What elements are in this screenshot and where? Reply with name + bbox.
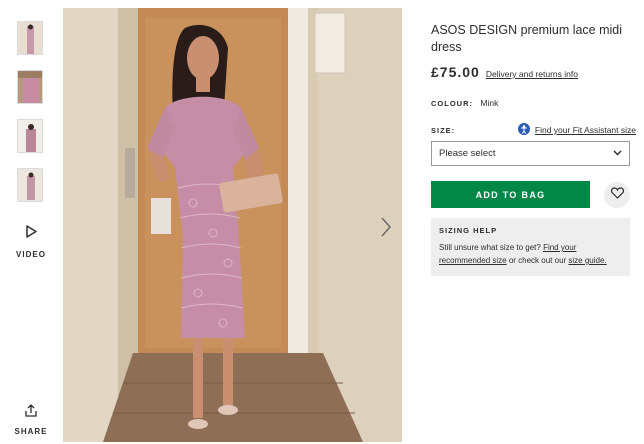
product-title: ASOS DESIGN premium lace midi dress <box>431 23 623 54</box>
thumbnail-4[interactable] <box>17 168 43 202</box>
add-to-bag-button[interactable]: ADD TO BAG <box>431 181 590 208</box>
sizing-help-text-start: Still unsure what size to get? <box>439 243 544 252</box>
bag-row: ADD TO BAG <box>431 181 636 208</box>
colour-label: COLOUR: <box>431 99 473 108</box>
video-button[interactable]: VIDEO <box>14 225 48 262</box>
fit-assistant-label: Find your Fit Assistant size <box>534 125 636 135</box>
save-for-later-button[interactable] <box>604 181 630 208</box>
product-photo <box>63 8 402 442</box>
colour-value: Mink <box>480 98 499 108</box>
price-row: £75.00 Delivery and returns info <box>431 64 636 80</box>
fit-assistant-link[interactable]: Find your Fit Assistant size <box>517 123 636 137</box>
share-button[interactable]: SHARE <box>12 404 50 439</box>
sizing-help-text: Still unsure what size to get? Find your… <box>439 241 622 267</box>
size-select-value: Please select <box>439 148 496 159</box>
video-label: VIDEO <box>16 250 46 259</box>
main-product-image <box>63 8 402 442</box>
chevron-right-icon[interactable] <box>380 216 392 243</box>
chevron-down-icon <box>613 148 622 159</box>
thumbnail-1[interactable] <box>17 21 43 55</box>
thumbnail-3[interactable] <box>17 119 43 153</box>
sizing-help-panel: SIZING HELP Still unsure what size to ge… <box>431 218 630 276</box>
size-select[interactable]: Please select <box>431 141 630 166</box>
thumbnail-2[interactable] <box>17 70 43 104</box>
product-info: ASOS DESIGN premium lace midi dress £75.… <box>431 22 636 276</box>
heart-icon <box>610 186 624 204</box>
product-price: £75.00 <box>431 64 480 80</box>
sizing-help-text-middle: or check out our <box>506 256 569 265</box>
size-guide-link[interactable]: size guide. <box>568 256 606 265</box>
size-row: SIZE: Find your Fit Assistant size <box>431 123 636 137</box>
share-icon <box>12 404 50 417</box>
delivery-returns-link[interactable]: Delivery and returns info <box>486 69 578 79</box>
sizing-help-title: SIZING HELP <box>439 226 498 235</box>
fit-assistant-icon <box>517 123 535 137</box>
size-label: SIZE: <box>431 125 456 135</box>
colour-row: COLOUR: Mink <box>431 98 636 108</box>
play-icon <box>14 225 48 238</box>
share-label: SHARE <box>14 427 48 436</box>
thumbnail-list <box>17 21 45 217</box>
